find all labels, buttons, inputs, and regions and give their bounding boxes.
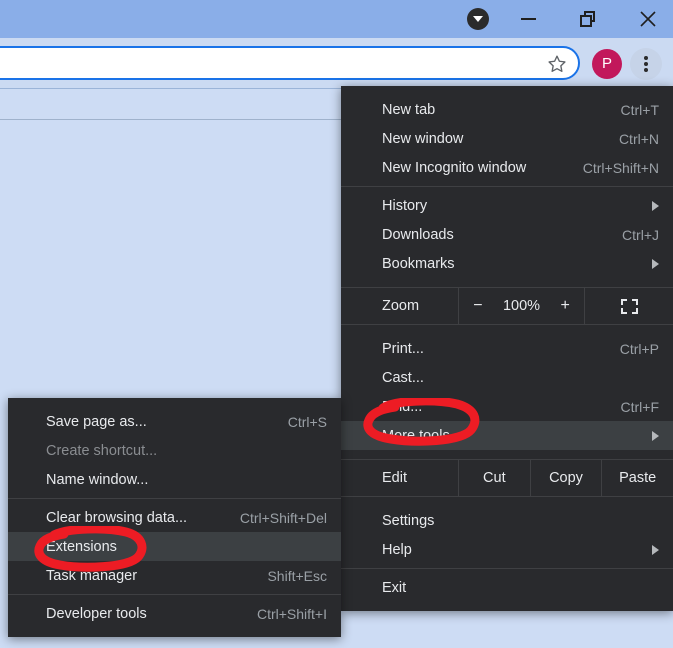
menu-item-accelerator: Shift+Esc — [267, 567, 327, 584]
menu-item-new-incognito-window[interactable]: New Incognito window Ctrl+Shift+N — [341, 153, 673, 182]
menu-item-help[interactable]: Help — [341, 535, 673, 564]
menu-item-bookmarks[interactable]: Bookmarks — [341, 249, 673, 278]
star-icon[interactable] — [546, 53, 568, 75]
paste-button[interactable]: Paste — [601, 460, 673, 496]
menu-item-label: Clear browsing data... — [46, 509, 188, 526]
menu-divider — [8, 498, 341, 499]
minimize-icon — [520, 18, 536, 20]
menu-item-find[interactable]: Find... Ctrl+F — [341, 392, 673, 421]
menu-item-accelerator: Ctrl+S — [287, 413, 327, 430]
menu-item-label: Downloads — [382, 226, 454, 243]
menu-item-cast[interactable]: Cast... — [341, 363, 673, 392]
menu-item-accelerator: Ctrl+F — [620, 398, 660, 415]
menu-item-label: Cast... — [382, 369, 424, 386]
menu-item-settings[interactable]: Settings — [341, 506, 673, 535]
profile-initial: P — [601, 55, 612, 72]
menu-item-label: Settings — [382, 512, 435, 529]
submenu-item-task-manager[interactable]: Task manager Shift+Esc — [8, 561, 341, 590]
zoom-level-value: 100% — [502, 298, 541, 314]
menu-item-accelerator: Ctrl+Shift+Del — [239, 509, 327, 526]
menu-item-label: Developer tools — [46, 605, 147, 622]
menu-row-edit: Edit Cut Copy Paste — [341, 459, 673, 497]
menu-item-print[interactable]: Print... Ctrl+P — [341, 334, 673, 363]
menu-item-label: Extensions — [46, 538, 117, 555]
chevron-down-circle-icon — [467, 8, 489, 30]
menu-item-label: More tools — [382, 427, 450, 444]
menu-row-zoom: Zoom − 100% + — [341, 287, 673, 325]
menu-item-label: Create shortcut... — [46, 442, 158, 459]
three-dots-vertical-icon[interactable] — [630, 48, 662, 80]
zoom-controls: − 100% + — [458, 288, 585, 324]
zoom-out-button[interactable]: − — [465, 297, 490, 315]
submenu-item-name-window[interactable]: Name window... — [8, 465, 341, 494]
more-tools-submenu: Save page as... Ctrl+S Create shortcut..… — [8, 398, 341, 637]
fullscreen-button[interactable] — [585, 288, 673, 324]
menu-item-label: Exit — [382, 579, 407, 596]
menu-item-label: Save page as... — [46, 413, 147, 430]
copy-button[interactable]: Copy — [529, 460, 602, 496]
menu-item-label: New tab — [382, 101, 436, 118]
fullscreen-icon — [620, 298, 638, 314]
menu-item-accelerator: Ctrl+N — [618, 130, 659, 147]
submenu-item-extensions[interactable]: Extensions — [8, 532, 341, 561]
chevron-right-icon — [652, 544, 659, 555]
menu-item-label: Find... — [382, 398, 423, 415]
cut-button[interactable]: Cut — [458, 460, 530, 496]
menu-item-accelerator: Ctrl+Shift+N — [582, 159, 659, 176]
close-icon — [640, 11, 656, 27]
menu-item-accelerator: Ctrl+T — [620, 101, 660, 118]
menu-item-label: Name window... — [46, 471, 149, 488]
menu-item-downloads[interactable]: Downloads Ctrl+J — [341, 220, 673, 249]
menu-item-label: New window — [382, 130, 464, 147]
menu-item-accelerator: Ctrl+P — [619, 340, 659, 357]
zoom-in-button[interactable]: + — [552, 297, 577, 315]
submenu-item-create-shortcut: Create shortcut... — [8, 436, 341, 465]
menu-item-label: Task manager — [46, 567, 138, 584]
menu-item-accelerator: Ctrl+Shift+I — [256, 605, 327, 622]
close-window-button[interactable] — [628, 0, 668, 38]
submenu-item-developer-tools[interactable]: Developer tools Ctrl+Shift+I — [8, 599, 341, 628]
browser-window: P New tab Ctrl+T New window Ctrl+N New I… — [0, 0, 673, 648]
minimize-button[interactable] — [508, 0, 548, 38]
restore-window-button[interactable] — [568, 0, 608, 38]
address-bar[interactable] — [0, 46, 580, 80]
edit-label: Edit — [382, 470, 407, 486]
menu-item-label: Help — [382, 541, 412, 558]
menu-item-label: Bookmarks — [382, 255, 455, 272]
update-available-button[interactable] — [462, 0, 494, 38]
menu-divider — [8, 594, 341, 595]
menu-item-new-tab[interactable]: New tab Ctrl+T — [341, 95, 673, 124]
menu-divider — [341, 186, 673, 187]
menu-item-label: Print... — [382, 340, 424, 357]
chevron-right-icon — [652, 258, 659, 269]
menu-divider — [341, 568, 673, 569]
chevron-right-icon — [652, 430, 659, 441]
chevron-right-icon — [652, 200, 659, 211]
submenu-item-save-page-as[interactable]: Save page as... Ctrl+S — [8, 407, 341, 436]
zoom-label: Zoom — [382, 298, 420, 314]
restore-window-icon — [580, 11, 596, 27]
chrome-main-menu: New tab Ctrl+T New window Ctrl+N New Inc… — [341, 86, 673, 611]
menu-item-accelerator: Ctrl+J — [622, 226, 659, 243]
menu-item-new-window[interactable]: New window Ctrl+N — [341, 124, 673, 153]
menu-item-label: New Incognito window — [382, 159, 527, 176]
page-divider — [0, 119, 341, 120]
submenu-item-clear-browsing-data[interactable]: Clear browsing data... Ctrl+Shift+Del — [8, 503, 341, 532]
menu-item-label: History — [382, 197, 428, 214]
menu-item-more-tools[interactable]: More tools — [341, 421, 673, 450]
menu-item-exit[interactable]: Exit — [341, 573, 673, 602]
profile-avatar[interactable]: P — [592, 49, 622, 79]
menu-item-history[interactable]: History — [341, 191, 673, 220]
